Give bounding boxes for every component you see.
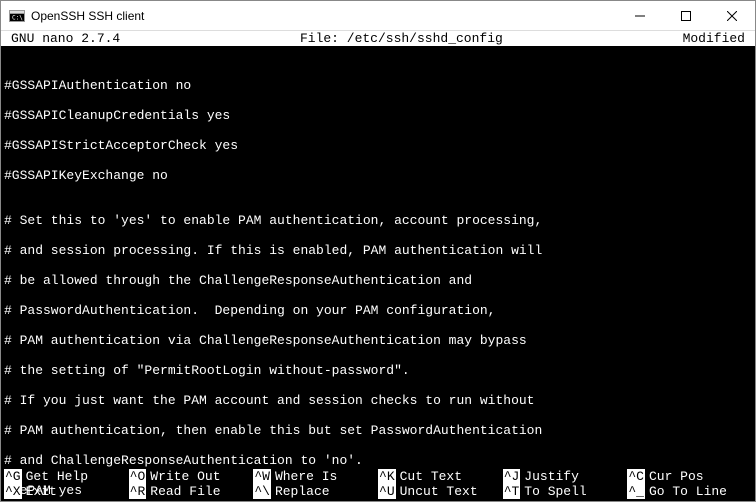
editor-line: # the setting of "PermitRootLogin withou…	[4, 363, 752, 378]
shortcut-cur-pos[interactable]: ^CCur Pos	[627, 469, 752, 484]
shortcut-read-file[interactable]: ^RRead File	[129, 484, 254, 499]
shortcut-go-to-line[interactable]: ^_Go To Line	[627, 484, 752, 499]
editor-line: # Set this to 'yes' to enable PAM authen…	[4, 213, 752, 228]
shortcut-uncut-text[interactable]: ^UUncut Text	[378, 484, 503, 499]
minimize-button[interactable]	[617, 1, 663, 30]
editor-line: # PAM authentication, then enable this b…	[4, 423, 752, 438]
editor-line: # be allowed through the ChallengeRespon…	[4, 273, 752, 288]
editor-line: #GSSAPICleanupCredentials yes	[4, 108, 752, 123]
editor-line: # and ChallengeResponseAuthentication to…	[4, 453, 752, 468]
editor-line: #GSSAPIKeyExchange no	[4, 168, 752, 183]
footer-row: ^GGet Help ^OWrite Out ^WWhere Is ^KCut …	[4, 469, 752, 484]
window-title: OpenSSH SSH client	[31, 9, 617, 23]
terminal-icon: C:\	[9, 8, 25, 24]
window-controls	[617, 1, 755, 30]
editor-body[interactable]: #GSSAPIAuthentication no #GSSAPICleanupC…	[1, 46, 755, 501]
nano-status: Modified	[683, 31, 745, 46]
nano-file-label: File: /etc/ssh/sshd_config	[120, 31, 682, 46]
editor-line: #GSSAPIAuthentication no	[4, 78, 752, 93]
editor-line: # and session processing. If this is ena…	[4, 243, 752, 258]
shortcut-write-out[interactable]: ^OWrite Out	[129, 469, 254, 484]
shortcut-where-is[interactable]: ^WWhere Is	[253, 469, 378, 484]
shortcut-replace[interactable]: ^\Replace	[253, 484, 378, 499]
editor-line: # If you just want the PAM account and s…	[4, 393, 752, 408]
close-button[interactable]	[709, 1, 755, 30]
shortcut-to-spell[interactable]: ^TTo Spell	[503, 484, 628, 499]
shortcut-get-help[interactable]: ^GGet Help	[4, 469, 129, 484]
editor-line: #GSSAPIStrictAcceptorCheck yes	[4, 138, 752, 153]
nano-version: GNU nano 2.7.4	[11, 31, 120, 46]
svg-text:C:\: C:\	[12, 14, 23, 21]
title-bar[interactable]: C:\ OpenSSH SSH client	[1, 1, 755, 31]
shortcut-justify[interactable]: ^JJustify	[503, 469, 628, 484]
window-frame: C:\ OpenSSH SSH client GNU nano 2.7.4 Fi…	[0, 0, 756, 502]
shortcut-exit[interactable]: ^XExit	[4, 484, 129, 499]
shortcut-cut-text[interactable]: ^KCut Text	[378, 469, 503, 484]
footer-row: ^XExit ^RRead File ^\Replace ^UUncut Tex…	[4, 484, 752, 499]
editor-line: # PasswordAuthentication. Depending on y…	[4, 303, 752, 318]
nano-footer: ^GGet Help ^OWrite Out ^WWhere Is ^KCut …	[1, 469, 755, 501]
nano-header: GNU nano 2.7.4 File: /etc/ssh/sshd_confi…	[1, 31, 755, 46]
maximize-button[interactable]	[663, 1, 709, 30]
terminal-area[interactable]: GNU nano 2.7.4 File: /etc/ssh/sshd_confi…	[1, 31, 755, 501]
editor-line: # PAM authentication via ChallengeRespon…	[4, 333, 752, 348]
